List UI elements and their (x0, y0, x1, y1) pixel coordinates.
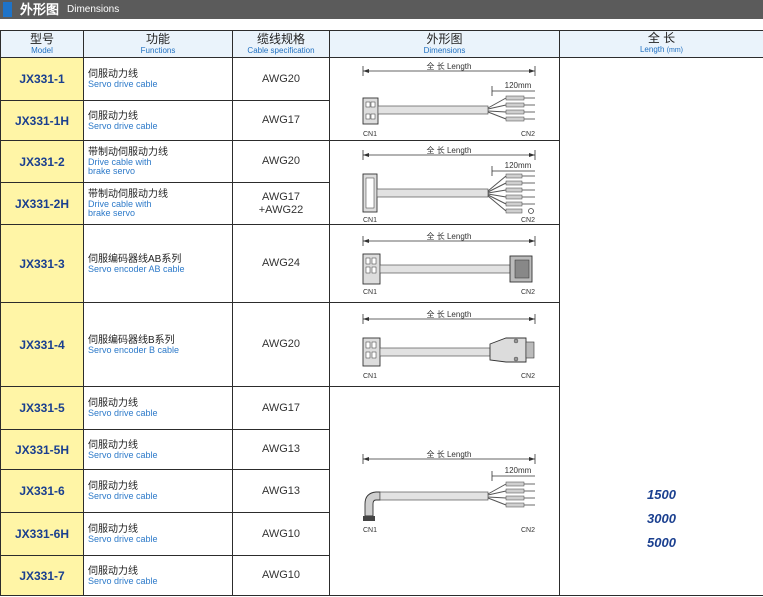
cable-spec-cell: AWG13 (232, 469, 330, 513)
model-cell: JX331-2H (0, 182, 84, 225)
model-cell: JX331-6H (0, 512, 84, 556)
section-title-cn: 外形图 (20, 2, 60, 17)
length-label: 全 长 Length (427, 61, 472, 71)
cable-spec-cell: AWG10 (232, 512, 330, 556)
cable-spec-cell: AWG20 (232, 140, 330, 183)
model-cell: JX331-7 (0, 555, 84, 596)
dimension-drawing-high-power-cable: 全 长 Length 120mm CN1 CN2 (329, 386, 560, 596)
table-row: JX331-1 伺服动力线 Servo drive cable AWG20 全 长… (0, 57, 763, 596)
dimension-drawing-power-cable: 全 长 Length 120mm CN1 CN2 (329, 57, 560, 141)
model-cell: JX331-5H (0, 429, 84, 470)
function-cell: 伺服动力线 Servo drive cable (83, 57, 233, 101)
encoder-b-cable-drawing: 全 长 Length CN1 CN2 (362, 309, 536, 380)
cn2-label: CN2 (521, 289, 535, 296)
cable-spec-table: 型号 Model 功能 Functions 缆线规格 Cable specificat… (0, 30, 763, 596)
col-header-length: 全 长 Length (mm) (559, 30, 763, 58)
cable-spec-cell: AWG24 (232, 224, 330, 303)
length-label: 全 长 Length (427, 449, 472, 459)
function-cell: 伺服动力线 Servo drive cable (83, 512, 233, 556)
tail-length-label: 120mm (505, 81, 532, 90)
length-value: 3000 (647, 511, 676, 526)
model-cell: JX331-1H (0, 100, 84, 141)
dimension-drawing-encoder-b: 全 长 Length CN1 CN2 (329, 302, 560, 387)
model-cell: JX331-5 (0, 386, 84, 430)
cable-spec-cell: AWG17 (232, 386, 330, 430)
cn1-label: CN1 (363, 217, 377, 224)
function-cell: 伺服动力线 Servo drive cable (83, 469, 233, 513)
cn1-label: CN1 (363, 373, 377, 380)
model-cell: JX331-3 (0, 224, 84, 303)
header-row: 型号 Model 功能 Functions 缆线规格 Cable specificat… (0, 30, 763, 58)
function-cell: 伺服编码器线B系列 Servo encoder B cable (83, 302, 233, 387)
high-power-cable-drawing: 全 长 Length 120mm CN1 CN2 (362, 449, 536, 534)
cable-spec-cell: AWG20 (232, 302, 330, 387)
col-header-functions: 功能 Functions (83, 30, 233, 58)
function-cell: 伺服动力线 Servo drive cable (83, 555, 233, 596)
col-header-dimensions: 外形图 Dimensions (329, 30, 560, 58)
section-title-en: Dimensions (67, 4, 120, 15)
length-options: 1500 3000 5000 (560, 483, 763, 595)
length-label: 全 长 Length (427, 231, 472, 241)
cable-spec-cell: AWG17 (232, 100, 330, 141)
cn2-label: CN2 (521, 131, 535, 138)
function-cell: 伺服动力线 Servo drive cable (83, 386, 233, 430)
function-cell: 带制动伺服动力线 Drive cable with brake servo (83, 140, 233, 183)
cable-spec-cell: AWG10 (232, 555, 330, 596)
function-cell: 伺服动力线 Servo drive cable (83, 100, 233, 141)
model-cell: JX331-2 (0, 140, 84, 183)
length-label: 全 长 Length (427, 309, 472, 319)
function-cell: 带制动伺服动力线 Drive cable with brake servo (83, 182, 233, 225)
length-options-cell: 1500 3000 5000 (559, 57, 763, 596)
function-cell: 伺服动力线 Servo drive cable (83, 429, 233, 470)
length-value: 1500 (647, 487, 676, 502)
tail-length-label: 120mm (505, 466, 532, 475)
cn2-label: CN2 (521, 373, 535, 380)
power-cable-drawing: 全 长 Length 120mm CN1 CN2 (362, 61, 536, 138)
col-header-cable-spec: 缆线规格 Cable specification (232, 30, 330, 58)
model-cell: JX331-4 (0, 302, 84, 387)
tail-length-label: 120mm (505, 161, 532, 170)
cn1-label: CN1 (363, 289, 377, 296)
cn1-label: CN1 (363, 527, 377, 534)
cable-spec-cell: AWG20 (232, 57, 330, 101)
length-value: 5000 (647, 535, 676, 550)
model-cell: JX331-1 (0, 57, 84, 101)
cn2-label: CN2 (521, 527, 535, 534)
section-header-bar: 外形图 Dimensions (0, 0, 763, 19)
cn2-label: CN2 (521, 217, 535, 224)
model-cell: JX331-6 (0, 469, 84, 513)
col-header-model: 型号 Model (0, 30, 84, 58)
dimension-drawing-encoder-ab: 全 长 Length CN1 CN2 (329, 224, 560, 303)
dimension-drawing-brake-cable: 全 长 Length 120mm CN1 CN2 (329, 140, 560, 225)
cn1-label: CN1 (363, 131, 377, 138)
length-label: 全 长 Length (427, 145, 472, 155)
cable-spec-cell: AWG13 (232, 429, 330, 470)
encoder-ab-cable-drawing: 全 长 Length CN1 CN2 (362, 231, 536, 296)
brake-cable-drawing: 全 长 Length 120mm CN1 CN2 (362, 145, 536, 224)
cable-spec-cell: AWG17 +AWG22 (232, 182, 330, 225)
function-cell: 伺服编码器线AB系列 Servo encoder AB cable (83, 224, 233, 303)
header-accent-block (3, 2, 12, 17)
